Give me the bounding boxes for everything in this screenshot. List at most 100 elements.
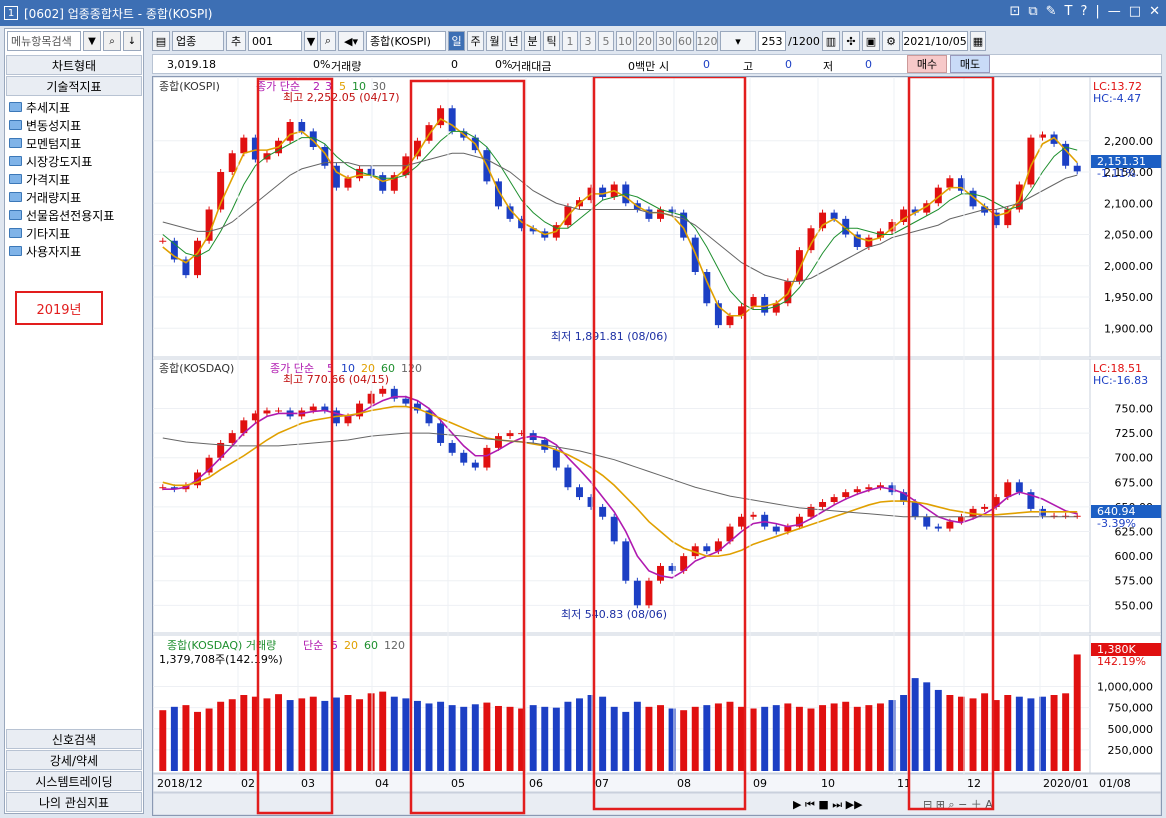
chart-canvas[interactable]: 2,200.002,150.002,100.002,050.002,000.00… (152, 75, 1162, 816)
chart-type-button[interactable]: 차트형태 (6, 55, 142, 75)
volume-bar (413, 700, 421, 771)
tree-item[interactable]: 가격지표 (9, 170, 139, 188)
category-select[interactable]: 업종 (172, 31, 224, 51)
volume-bar (425, 703, 433, 771)
period-tick[interactable]: 틱 (543, 31, 560, 51)
sell-button[interactable]: 매도 (950, 55, 990, 73)
volume-bar (772, 705, 780, 771)
count-input[interactable]: 253 (758, 31, 786, 51)
interval-5[interactable]: 5 (598, 31, 614, 51)
volume-bar (795, 706, 803, 771)
speaker-icon[interactable]: ◀▾ (338, 31, 364, 51)
down-arrow-icon[interactable]: ↓ (123, 31, 141, 51)
volume-legend-label: 단순 (303, 639, 323, 652)
tree-item[interactable]: 선물옵션전용지표 (9, 206, 139, 224)
period-day[interactable]: 일 (448, 31, 465, 51)
kospi-hc: HC:-4.47 (1093, 92, 1141, 105)
volume-bar (529, 705, 537, 771)
interval-30[interactable]: 30 (656, 31, 674, 51)
candle (830, 212, 838, 219)
strength-button[interactable]: 강세/약세 (6, 750, 142, 770)
copy-window-icon[interactable]: ⧉ (1028, 4, 1037, 19)
candle (599, 506, 607, 517)
interval-10[interactable]: 10 (616, 31, 634, 51)
volume-bar (691, 706, 699, 771)
candle (159, 487, 167, 489)
interval-120[interactable]: 120 (696, 31, 718, 51)
window-title: [0602] 업종종합차트 - 종합(KOSPI) (24, 6, 213, 21)
close-icon[interactable]: ✕ (1149, 4, 1160, 19)
kosdaq-hc: HC:-16.83 (1093, 374, 1148, 387)
separator-icon: | (1095, 4, 1100, 19)
x-tick-label: 01/08 (1099, 777, 1131, 790)
chart-area[interactable]: 2,200.00 2,150.00 2,100.00 2,050.00 2,000.00… (152, 75, 1162, 816)
volume-change: 0% (495, 58, 513, 71)
date-input[interactable]: 2021/10/05 (902, 31, 968, 51)
volume-bar (541, 706, 549, 771)
period-week[interactable]: 주 (467, 31, 484, 51)
period-year[interactable]: 년 (505, 31, 522, 51)
volume-bar (599, 696, 607, 771)
interval-20[interactable]: 20 (636, 31, 654, 51)
add-button[interactable]: 추 (226, 31, 246, 51)
bottom-buttons: 신호검색 강세/약세 시스템트레이딩 나의 관심지표 (5, 728, 143, 813)
bar-chart-icon[interactable]: ▥ (822, 31, 840, 51)
minimize-icon[interactable]: — (1108, 4, 1121, 19)
x-tick-label: 08 (677, 777, 691, 790)
kosdaq-panel (152, 358, 1091, 634)
code-input[interactable]: 001 (248, 31, 302, 51)
tech-indicator-button[interactable]: 기술적지표 (6, 76, 142, 96)
volume-bar (483, 702, 491, 771)
period-month[interactable]: 월 (486, 31, 503, 51)
y-tick-label: 1,900.00 (1104, 322, 1153, 335)
tree-item[interactable]: 추세지표 (9, 98, 139, 116)
volume-bar (633, 701, 641, 771)
help-icon[interactable]: ? (1081, 4, 1088, 19)
search-icon[interactable]: ⌕ (320, 31, 336, 51)
crosshair-icon[interactable]: ✣ (842, 31, 860, 51)
interval-3[interactable]: 3 (580, 31, 596, 51)
gear-icon[interactable]: ⚙ (882, 31, 900, 51)
tree-item[interactable]: 변동성지표 (9, 116, 139, 134)
candle (610, 516, 618, 542)
tree-item[interactable]: 시장강도지표 (9, 152, 139, 170)
text-icon[interactable]: T (1065, 4, 1073, 19)
save-icon[interactable]: ▣ (862, 31, 880, 51)
tree-item[interactable]: 모멘텀지표 (9, 134, 139, 152)
x-tick-label: 2020/01 (1043, 777, 1089, 790)
dropdown-icon[interactable]: ▼ (304, 31, 318, 51)
y-tick-label: 1,000,000 (1097, 681, 1153, 694)
candle (761, 297, 769, 313)
scroll-controls[interactable]: ▶ ⏮ ■ ⏭ ▶▶ (793, 798, 863, 811)
edit-icon[interactable]: ✎ (1046, 4, 1057, 19)
calendar-icon[interactable]: ▦ (970, 31, 986, 51)
candle (795, 250, 803, 282)
folder-icon (9, 102, 22, 112)
dropdown-icon[interactable]: ▼ (83, 31, 101, 51)
interval-dropdown[interactable]: ▾ (720, 31, 756, 51)
candle (1073, 165, 1081, 172)
list-icon[interactable]: ▤ (152, 31, 170, 51)
price-change: 0% (313, 58, 331, 71)
buy-button[interactable]: 매수 (907, 55, 947, 73)
candle (668, 565, 676, 571)
x-tick-label: 10 (821, 777, 835, 790)
maximize-icon[interactable]: □ (1129, 4, 1141, 19)
layout-icon[interactable]: ⊡ (1009, 4, 1020, 19)
search-icon[interactable]: ⌕ (103, 31, 121, 51)
signal-search-button[interactable]: 신호검색 (6, 729, 142, 749)
volume-bar (448, 705, 456, 771)
candle (448, 442, 456, 453)
menu-search-input[interactable]: 메뉴항목검색 (7, 31, 81, 51)
tree-item[interactable]: 거래량지표 (9, 188, 139, 206)
my-indicator-button[interactable]: 나의 관심지표 (6, 792, 142, 812)
system-trading-button[interactable]: 시스템트레이딩 (6, 771, 142, 791)
tree-item[interactable]: 사용자지표 (9, 242, 139, 260)
scroll-bar[interactable] (152, 792, 1162, 816)
interval-1[interactable]: 1 (562, 31, 578, 51)
interval-60[interactable]: 60 (676, 31, 694, 51)
volume-bar (367, 693, 375, 771)
tree-label: 선물옵션전용지표 (26, 208, 115, 223)
tree-item[interactable]: 기타지표 (9, 224, 139, 242)
period-minute[interactable]: 분 (524, 31, 541, 51)
